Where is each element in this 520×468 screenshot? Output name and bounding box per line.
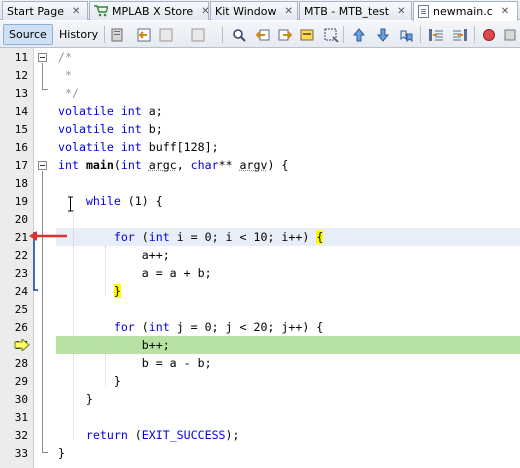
- close-icon[interactable]: ✕: [284, 6, 292, 17]
- find-icon[interactable]: [230, 26, 247, 43]
- start-macro-recording-icon[interactable]: [480, 26, 497, 43]
- shift-right-icon[interactable]: [451, 26, 468, 43]
- tab-label: MTB - MTB_test: [304, 4, 390, 18]
- stop-macro-recording-icon[interactable]: [501, 26, 518, 43]
- toggle-bookmark-icon[interactable]: [397, 26, 414, 43]
- text-cursor-icon: [67, 196, 74, 212]
- code-line[interactable]: volatile int a;: [58, 102, 520, 120]
- tab-label: Start Page: [7, 4, 64, 18]
- back-icon[interactable]: [135, 26, 152, 43]
- fold-range-line: [42, 63, 43, 89]
- code-line[interactable]: b++;: [58, 336, 520, 354]
- line-number[interactable]: 29: [0, 375, 28, 388]
- tab-label: newmain.c: [433, 5, 493, 18]
- code-line[interactable]: }: [58, 390, 520, 408]
- toolbar-separator: [343, 26, 344, 43]
- fold-toggle-icon[interactable]: [38, 53, 47, 62]
- back-dropdown-icon[interactable]: [158, 26, 175, 43]
- shift-left-icon[interactable]: [427, 26, 444, 43]
- find-previous-icon[interactable]: [254, 26, 271, 43]
- line-number[interactable]: 23: [0, 267, 28, 280]
- close-icon[interactable]: ✕: [201, 6, 209, 17]
- line-number[interactable]: 21: [0, 231, 28, 244]
- fold-range-end: [42, 89, 48, 90]
- code-line[interactable]: int main(int argc, char** argv) {: [58, 156, 520, 174]
- fold-toggle-icon[interactable]: [38, 161, 47, 170]
- code-line[interactable]: [58, 300, 520, 318]
- code-line[interactable]: }: [58, 372, 520, 390]
- line-number[interactable]: 16: [0, 141, 28, 154]
- line-number[interactable]: 26: [0, 321, 28, 334]
- code-line[interactable]: for (int j = 0; j < 20; j++) {: [58, 318, 520, 336]
- history-button[interactable]: History: [53, 24, 104, 45]
- fold-range-line: [42, 171, 43, 452]
- find-next-icon[interactable]: [276, 26, 293, 43]
- tab-label: Kit Window: [215, 4, 277, 18]
- line-number[interactable]: 17: [0, 159, 28, 172]
- close-icon[interactable]: ✕: [72, 6, 80, 17]
- line-number[interactable]: 14: [0, 105, 28, 118]
- forward-dropdown-icon[interactable]: [190, 26, 207, 43]
- close-icon[interactable]: ✕: [501, 6, 509, 17]
- line-number[interactable]: 28: [0, 357, 28, 370]
- toolbar-separator: [104, 26, 105, 43]
- toolbar-separator: [222, 26, 223, 43]
- tab-kit-window[interactable]: Kit Window ✕: [210, 1, 298, 20]
- line-number[interactable]: 31: [0, 411, 28, 424]
- editor-toolbar: Source History: [0, 21, 520, 48]
- program-counter-arrow-icon: [14, 337, 30, 353]
- close-icon[interactable]: ✕: [397, 6, 405, 17]
- c-file-icon: [418, 5, 429, 18]
- code-line[interactable]: }: [58, 444, 520, 462]
- rectangular-selection-icon[interactable]: [322, 26, 339, 43]
- code-line[interactable]: /*: [58, 48, 520, 66]
- line-number[interactable]: 18: [0, 177, 28, 190]
- line-number[interactable]: 24: [0, 285, 28, 298]
- editor-tab-bar: Start Page ✕ MPLAB X Store ✕ Kit Window …: [0, 0, 520, 21]
- line-number[interactable]: 19: [0, 195, 28, 208]
- line-number[interactable]: 33: [0, 447, 28, 460]
- matched-block-marker-end: [33, 289, 38, 291]
- toggle-highlight-icon[interactable]: [298, 26, 315, 43]
- code-line[interactable]: for (int i = 0; i < 10; i++) {: [58, 228, 520, 246]
- code-line[interactable]: b = a - b;: [58, 354, 520, 372]
- fold-range-end: [42, 452, 48, 453]
- line-number[interactable]: 15: [0, 123, 28, 136]
- tab-mtb-test[interactable]: MTB - MTB_test ✕: [299, 1, 412, 20]
- code-line[interactable]: */: [58, 84, 520, 102]
- line-number[interactable]: 32: [0, 429, 28, 442]
- code-line[interactable]: while (1) {: [58, 192, 520, 210]
- tab-label: MPLAB X Store: [112, 4, 194, 18]
- line-number[interactable]: 20: [0, 213, 28, 226]
- code-line[interactable]: volatile int buff[128];: [58, 138, 520, 156]
- tab-newmain-c[interactable]: newmain.c ✕: [413, 1, 518, 21]
- fold-gutter: [34, 48, 56, 468]
- toolbar-separator: [420, 26, 421, 43]
- cart-icon: [94, 5, 110, 17]
- code-line[interactable]: volatile int b;: [58, 120, 520, 138]
- code-editor[interactable]: 1112131415161718192021222324252627282930…: [0, 48, 520, 468]
- code-line[interactable]: [58, 210, 520, 228]
- line-number[interactable]: 25: [0, 303, 28, 316]
- code-line[interactable]: *: [58, 66, 520, 84]
- source-button[interactable]: Source: [3, 24, 53, 45]
- tab-mplab-x-store[interactable]: MPLAB X Store ✕: [89, 1, 210, 20]
- line-number[interactable]: 13: [0, 87, 28, 100]
- toolbar-separator: [474, 26, 475, 43]
- code-line[interactable]: }: [58, 282, 520, 300]
- last-edit-icon[interactable]: [108, 26, 125, 43]
- code-line[interactable]: a++;: [58, 246, 520, 264]
- code-line[interactable]: return (EXIT_SUCCESS);: [58, 426, 520, 444]
- line-number[interactable]: 11: [0, 51, 28, 64]
- next-bookmark-icon[interactable]: [374, 26, 391, 43]
- line-number[interactable]: 30: [0, 393, 28, 406]
- line-number[interactable]: 12: [0, 69, 28, 82]
- line-number[interactable]: 22: [0, 249, 28, 262]
- code-line[interactable]: [58, 174, 520, 192]
- tab-start-page[interactable]: Start Page ✕: [2, 1, 88, 20]
- current-line-arrow-icon: [27, 230, 69, 242]
- previous-bookmark-icon[interactable]: [350, 26, 367, 43]
- code-line[interactable]: [58, 408, 520, 426]
- code-line[interactable]: a = a + b;: [58, 264, 520, 282]
